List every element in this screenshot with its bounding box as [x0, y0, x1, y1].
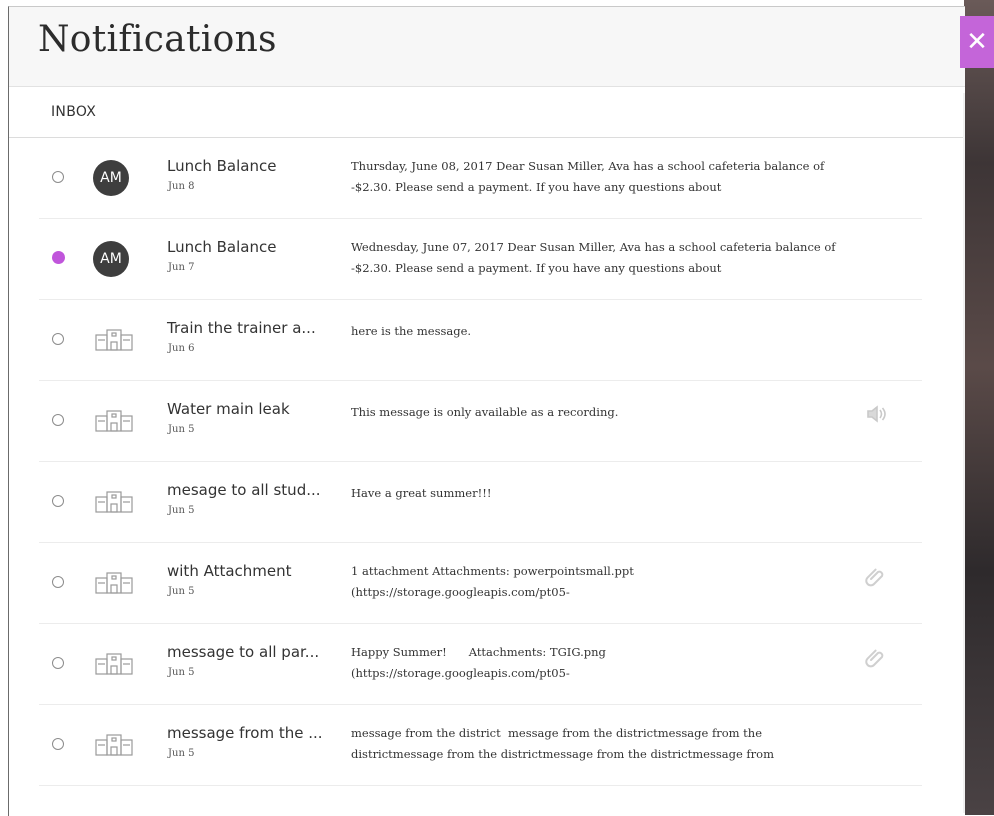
read-status-radio[interactable]: [52, 333, 64, 345]
notifications-panel: Notifications INBOX AM Lunch Balance Jun…: [8, 6, 965, 816]
message-date: Jun 6: [168, 343, 195, 354]
message-preview: Wednesday, June 07, 2017 Dear Susan Mill…: [351, 240, 840, 275]
scrollbar[interactable]: [963, 93, 965, 813]
tab-inbox[interactable]: INBOX: [51, 104, 96, 120]
message-preview: Have a great summer!!!: [351, 486, 492, 500]
message-date: Jun 5: [168, 424, 195, 435]
school-building-icon: [95, 409, 133, 433]
message-subject: Train the trainer a...: [167, 319, 316, 337]
panel-header: Notifications: [9, 7, 965, 87]
message-date: Jun 5: [168, 586, 195, 597]
read-status-radio[interactable]: [52, 657, 64, 669]
close-button[interactable]: ✕: [960, 16, 994, 68]
message-subject: mesage to all stud...: [167, 481, 321, 499]
message-row[interactable]: message to all par... Jun 5 Happy Summer…: [39, 624, 922, 705]
message-subject: message to all par...: [167, 643, 320, 661]
message-subject: with Attachment: [167, 562, 292, 580]
message-date: Jun 5: [168, 505, 195, 516]
speaker-icon: [865, 403, 887, 425]
read-status-radio[interactable]: [52, 414, 64, 426]
school-building-icon: [95, 328, 133, 352]
message-preview: This message is only available as a reco…: [351, 405, 619, 419]
background-page: [964, 0, 994, 815]
message-date: Jun 7: [168, 262, 195, 273]
avatar: AM: [93, 241, 129, 277]
message-preview: Happy Summer! Attachments: TGIG.png (htt…: [351, 645, 606, 680]
school-building-icon: [95, 490, 133, 514]
paperclip-icon: [865, 565, 887, 587]
read-status-radio[interactable]: [52, 171, 64, 183]
read-status-radio[interactable]: [52, 576, 64, 588]
message-subject: Water main leak: [167, 400, 290, 418]
school-building-icon: [95, 652, 133, 676]
school-building-icon: [95, 733, 133, 757]
message-preview: Thursday, June 08, 2017 Dear Susan Mille…: [351, 159, 828, 194]
message-row[interactable]: AM Lunch Balance Jun 7 Wednesday, June 0…: [39, 219, 922, 300]
message-subject: Lunch Balance: [167, 238, 277, 256]
message-preview: message from the district message from t…: [351, 726, 775, 761]
school-building-icon: [95, 571, 133, 595]
message-date: Jun 8: [168, 181, 195, 192]
message-row[interactable]: mesage to all stud... Jun 5 Have a great…: [39, 462, 922, 543]
message-preview: here is the message.: [351, 324, 472, 338]
avatar: AM: [93, 160, 129, 196]
message-list: AM Lunch Balance Jun 8 Thursday, June 08…: [9, 138, 965, 786]
message-row[interactable]: Train the trainer a... Jun 6 here is the…: [39, 300, 922, 381]
message-row[interactable]: with Attachment Jun 5 1 attachment Attac…: [39, 543, 922, 624]
message-date: Jun 5: [168, 748, 195, 759]
message-date: Jun 5: [168, 667, 195, 678]
inbox-tab-bar: INBOX: [9, 87, 965, 138]
message-subject: message from the ...: [167, 724, 323, 742]
read-status-radio[interactable]: [52, 738, 64, 750]
message-row[interactable]: Water main leak Jun 5 This message is on…: [39, 381, 922, 462]
paperclip-icon: [865, 646, 887, 668]
page-title: Notifications: [38, 19, 277, 60]
message-row[interactable]: message from the ... Jun 5 message from …: [39, 705, 922, 786]
read-status-radio[interactable]: [52, 495, 64, 507]
read-status-radio[interactable]: [52, 251, 65, 264]
message-subject: Lunch Balance: [167, 157, 277, 175]
message-preview: 1 attachment Attachments: powerpointsmal…: [351, 564, 634, 599]
message-row[interactable]: AM Lunch Balance Jun 8 Thursday, June 08…: [39, 138, 922, 219]
